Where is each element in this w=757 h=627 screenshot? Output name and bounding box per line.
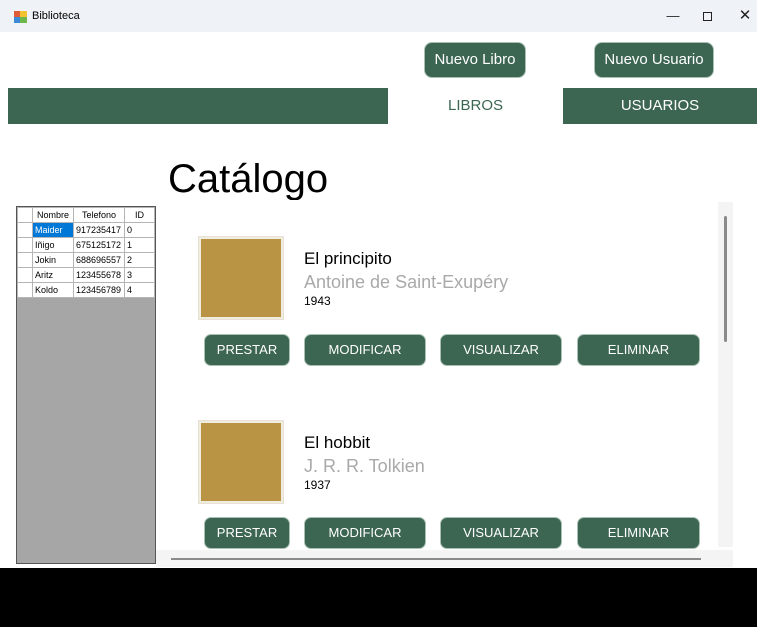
table-row[interactable]: Maider 917235417 0 [17, 222, 155, 238]
row-header[interactable] [17, 252, 33, 268]
cell-id[interactable]: 3 [124, 267, 155, 283]
prestar-button[interactable]: PRESTAR [204, 334, 290, 366]
row-header[interactable] [17, 237, 33, 253]
table-row[interactable]: Aritz 123455678 3 [17, 267, 155, 283]
nuevo-usuario-button[interactable]: Nuevo Usuario [594, 42, 714, 78]
cell-nombre[interactable]: Jokin [32, 252, 74, 268]
book-cover[interactable] [199, 421, 283, 503]
eliminar-button[interactable]: ELIMINAR [577, 334, 700, 366]
tab-libros[interactable]: LIBROS [388, 88, 563, 124]
column-header-nombre[interactable]: Nombre [32, 207, 74, 223]
eliminar-button[interactable]: ELIMINAR [577, 517, 700, 549]
book-author: J. R. R. Tolkien [304, 456, 425, 476]
horizontal-scrollbar[interactable] [156, 550, 733, 567]
nuevo-libro-button[interactable]: Nuevo Libro [424, 42, 526, 78]
title-bar: Biblioteca — ✕ [0, 0, 757, 32]
grid-header-row: Nombre Telefono ID [17, 207, 155, 223]
users-grid[interactable]: Nombre Telefono ID Maider 917235417 0 Iñ… [16, 206, 156, 564]
app-icon [14, 11, 27, 23]
page-title: Catálogo [168, 157, 329, 201]
visualizar-button[interactable]: VISUALIZAR [440, 517, 562, 549]
cell-id[interactable]: 4 [124, 282, 155, 298]
table-row[interactable]: Koldo 123456789 4 [17, 282, 155, 298]
column-header-telefono[interactable]: Telefono [73, 207, 125, 223]
column-header-id[interactable]: ID [124, 207, 155, 223]
vertical-scrollbar[interactable] [718, 202, 733, 547]
modificar-button[interactable]: MODIFICAR [304, 334, 426, 366]
window-title: Biblioteca [32, 10, 80, 22]
table-row[interactable]: Iñigo 675125172 1 [17, 237, 155, 253]
cell-nombre[interactable]: Aritz [32, 267, 74, 283]
cell-telefono[interactable]: 675125172 [73, 237, 125, 253]
cell-id[interactable]: 0 [124, 222, 155, 238]
book-cover[interactable] [199, 237, 283, 319]
book-author: Antoine de Saint-Exupéry [304, 272, 509, 292]
cell-telefono[interactable]: 123456789 [73, 282, 125, 298]
book-title: El principito [304, 249, 392, 268]
cell-telefono[interactable]: 688696557 [73, 252, 125, 268]
cell-id[interactable]: 1 [124, 237, 155, 253]
minimize-button[interactable]: — [658, 6, 688, 26]
cell-telefono[interactable]: 123455678 [73, 267, 125, 283]
book-year: 1937 [304, 478, 331, 492]
book-year: 1943 [304, 294, 331, 308]
vertical-scroll-thumb[interactable] [724, 216, 727, 342]
row-header-corner [17, 207, 33, 223]
cell-nombre[interactable]: Iñigo [32, 237, 74, 253]
maximize-button[interactable] [692, 6, 722, 26]
visualizar-button[interactable]: VISUALIZAR [440, 334, 562, 366]
book-title: El hobbit [304, 433, 371, 452]
row-header[interactable] [17, 267, 33, 283]
close-button[interactable]: ✕ [730, 6, 757, 26]
nav-band [8, 88, 388, 124]
cell-nombre[interactable]: Maider [32, 222, 74, 238]
cell-id[interactable]: 2 [124, 252, 155, 268]
tab-usuarios[interactable]: USUARIOS [563, 88, 757, 124]
row-header[interactable] [17, 222, 33, 238]
row-header[interactable] [17, 282, 33, 298]
maximize-icon [702, 12, 712, 22]
prestar-button[interactable]: PRESTAR [204, 517, 290, 549]
cell-telefono[interactable]: 917235417 [73, 222, 125, 238]
bottom-strip [0, 568, 757, 627]
users-table: Nombre Telefono ID Maider 917235417 0 Iñ… [17, 207, 155, 298]
horizontal-scroll-thumb[interactable] [171, 558, 701, 560]
cell-nombre[interactable]: Koldo [32, 282, 74, 298]
table-row[interactable]: Jokin 688696557 2 [17, 252, 155, 268]
modificar-button[interactable]: MODIFICAR [304, 517, 426, 549]
